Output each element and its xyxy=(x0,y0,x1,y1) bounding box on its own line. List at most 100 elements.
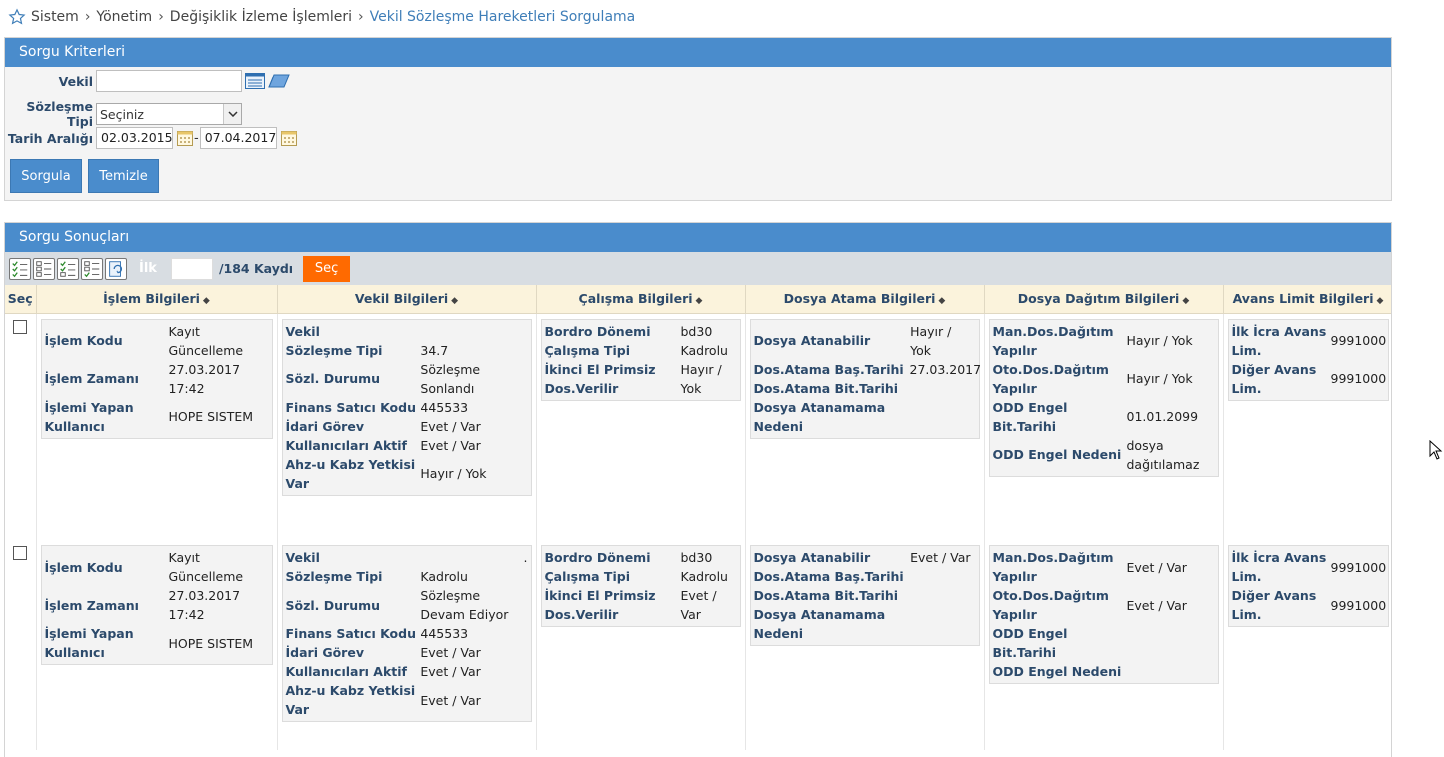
column-header-calisma[interactable]: Çalışma Bilgileri ◆ xyxy=(536,285,746,314)
info-key: Çalışma Tipi xyxy=(544,569,630,584)
ilk-input[interactable] xyxy=(170,257,213,280)
column-header-dagitim[interactable]: Dosya Dağıtım Bilgileri ◆ xyxy=(984,285,1224,314)
tarih-end-input[interactable]: 07.04.2017 xyxy=(199,127,277,149)
breadcrumb-item-current: Vekil Sözleşme Hareketleri Sorgulama xyxy=(369,9,636,25)
row-checkbox[interactable] xyxy=(13,319,27,334)
star-icon[interactable] xyxy=(8,8,26,26)
info-key: Dosya Atanabilir xyxy=(753,550,871,565)
tarih-start-input[interactable]: 02.03.2015 xyxy=(96,127,173,149)
info-value: Evet / Var xyxy=(680,588,717,622)
info-key: Dos.Atama Baş.Tarihi xyxy=(753,361,904,377)
info-pair: Kullanıcıları Aktif Evet / Var xyxy=(286,436,528,455)
uncheck-all-icon[interactable] xyxy=(33,257,55,280)
temizle-button[interactable]: Temizle xyxy=(88,159,159,193)
info-value: Sözleşme Devam Ediyor xyxy=(420,588,509,622)
list-icon[interactable] xyxy=(245,73,265,89)
info-pair: Sözleşme Tipi Kadrolu xyxy=(286,567,528,586)
info-key: Man.Dos.Dağıtım Yapılır xyxy=(992,550,1114,584)
atama-cell: Dosya Atanabilir Evet / Var Dos.Atama Baş.… xyxy=(745,540,985,750)
check-page-icon[interactable] xyxy=(57,257,79,280)
info-key: Oto.Dos.Dağıtım Yapılır xyxy=(992,588,1109,622)
info-value: Evet / Var xyxy=(420,418,481,434)
sort-icon[interactable]: ◆ xyxy=(451,296,458,306)
info-pair: Dosya Atanabilir Hayır / Yok xyxy=(754,322,976,360)
avans-info-box: İlk İcra Avans Lim. 9991000 Diğer Avans Li… xyxy=(1227,318,1389,401)
column-header-islem[interactable]: İşlem Bilgileri ◆ xyxy=(36,285,278,314)
dagitim-cell: Man.Dos.Dağıtım Yapılır Evet / Var Oto.Dos… xyxy=(984,540,1224,750)
info-value: Kadrolu xyxy=(420,569,468,584)
atama-info-box: Dosya Atanabilir Hayır / Yok Dos.Atama Baş… xyxy=(749,318,981,439)
info-key: Diğer Avans Lim. xyxy=(1231,361,1317,396)
row-checkbox[interactable] xyxy=(13,546,27,560)
info-pair: İşlem Kodu Kayıt Güncelleme xyxy=(45,548,269,586)
column-header-vekil[interactable]: Vekil Bilgileri ◆ xyxy=(277,285,537,314)
info-key: İdari Görev xyxy=(285,645,364,660)
check-all-icon[interactable] xyxy=(9,257,31,280)
sort-icon[interactable]: ◆ xyxy=(203,296,210,306)
info-pair: İşlemi Yapan Kullanıcı HOPE SISTEM xyxy=(45,624,269,662)
info-key: Bordro Dönemi xyxy=(544,550,651,565)
sort-icon[interactable]: ◆ xyxy=(1377,296,1384,306)
info-pair: Diğer Avans Lim. 9991000 xyxy=(1231,360,1387,398)
info-value: 445533 xyxy=(420,399,469,415)
info-pair: Diğer Avans Lim. 9991000 xyxy=(1232,586,1387,624)
sort-icon[interactable]: ◆ xyxy=(696,296,703,306)
eraser-icon[interactable] xyxy=(268,74,290,88)
info-key: Kullanıcıları Aktif xyxy=(285,437,407,453)
info-pair: İkinci El Primsiz Dos.Verilir Evet / Var xyxy=(545,586,737,624)
info-value: Kayıt Güncelleme xyxy=(168,323,244,358)
sort-icon[interactable]: ◆ xyxy=(938,296,945,306)
table-row[interactable]: İşlem Kodu Kayıt Güncelleme İşlem Zamanı 27… xyxy=(5,313,1391,540)
info-key: İdari Görev xyxy=(285,418,364,434)
info-value: Hayır / Yok xyxy=(1126,333,1193,348)
info-pair: Sözleşme Tipi 34.7 xyxy=(286,341,528,360)
info-pair: Çalışma Tipi Kadrolu xyxy=(545,567,737,586)
info-value: Kadrolu xyxy=(680,342,728,358)
calendar-icon[interactable] xyxy=(177,130,193,146)
info-pair: İşlem Kodu Kayıt Güncelleme xyxy=(45,322,269,360)
info-pair: Man.Dos.Dağıtım Yapılır Hayır / Yok xyxy=(993,322,1215,360)
sort-icon[interactable]: ◆ xyxy=(1182,296,1189,306)
breadcrumb-item-degisiklik[interactable]: Değişiklik İzleme İşlemleri xyxy=(170,9,352,25)
sorgula-button[interactable]: Sorgula xyxy=(10,159,82,193)
info-pair: Vekil. xyxy=(286,548,528,567)
dagitim-info-box: Man.Dos.Dağıtım Yapılır Hayır / Yok Oto.Do… xyxy=(988,318,1219,477)
info-key: İşlem Zamanı xyxy=(44,371,139,386)
breadcrumb-item-yonetim[interactable]: Yönetim xyxy=(96,9,152,25)
sec-button[interactable]: Seç xyxy=(303,255,351,282)
column-header-atama[interactable]: Dosya Atama Bilgileri ◆ xyxy=(745,285,985,314)
info-pair: Kullanıcıları Aktif Evet / Var xyxy=(286,662,528,681)
calendar-icon[interactable] xyxy=(280,130,297,146)
info-value: Hayır / Yok xyxy=(1126,371,1193,386)
export-icon[interactable] xyxy=(105,257,127,280)
info-value: 01.01.2099 xyxy=(1126,409,1199,424)
info-pair: Sözl. Durumu Sözleşme Sonlandı xyxy=(286,360,528,398)
atama-cell: Dosya Atanabilir Hayır / Yok Dos.Atama Baş… xyxy=(745,313,985,540)
vekil-cell: Vekil. Sözleşme Tipi Kadrolu Sözl. Durumu Sö… xyxy=(277,540,537,750)
info-key: İkinci El Primsiz Dos.Verilir xyxy=(544,588,656,622)
criteria-panel: Sorgu Kriterleri Vekil Sözleşme Tipi Seç… xyxy=(4,37,1392,201)
info-key: Man.Dos.Dağıtım Yapılır xyxy=(992,323,1114,358)
uncheck-page-icon[interactable] xyxy=(81,257,103,280)
info-value: Evet / Var xyxy=(1126,597,1187,613)
column-header-avans[interactable]: Avans Limit Bilgileri ◆ xyxy=(1223,285,1391,314)
info-key: İlk İcra Avans Lim. xyxy=(1231,323,1327,358)
info-pair: Man.Dos.Dağıtım Yapılır Evet / Var xyxy=(993,548,1215,586)
info-key: İşlemi Yapan Kullanıcı xyxy=(44,399,134,434)
breadcrumb-item-sistem[interactable]: Sistem xyxy=(31,9,79,25)
sozlesme-tipi-select[interactable]: Seçiniz xyxy=(96,103,242,125)
atama-info-box: Dosya Atanabilir Evet / Var Dos.Atama Baş.… xyxy=(749,545,980,646)
info-pair: Bordro Dönemi bd30 xyxy=(545,322,737,341)
info-value: Evet / Var xyxy=(420,664,481,679)
vekil-info-box: Vekil. Sözleşme Tipi Kadrolu Sözl. Durumu Sö… xyxy=(281,545,532,722)
info-pair: İşlemi Yapan Kullanıcı HOPE SISTEM xyxy=(45,398,269,436)
tarih-araligi-label: Tarih Aralığı xyxy=(7,130,93,146)
calisma-info-box: Bordro Dönemi bd30 Çalışma Tipi Kadrolu İkin… xyxy=(540,545,741,627)
info-pair: Çalışma Tipi Kadrolu xyxy=(545,341,737,360)
info-value: Evet / Var xyxy=(1126,559,1187,575)
vekil-input[interactable] xyxy=(96,70,242,92)
info-pair: Oto.Dos.Dağıtım Yapılır Hayır / Yok xyxy=(993,360,1215,398)
info-key: İlk İcra Avans Lim. xyxy=(1231,550,1327,584)
table-row[interactable]: İşlem Kodu Kayıt Güncelleme İşlem Zamanı 27… xyxy=(5,540,1391,750)
info-value: Kayıt Güncelleme xyxy=(168,550,244,584)
